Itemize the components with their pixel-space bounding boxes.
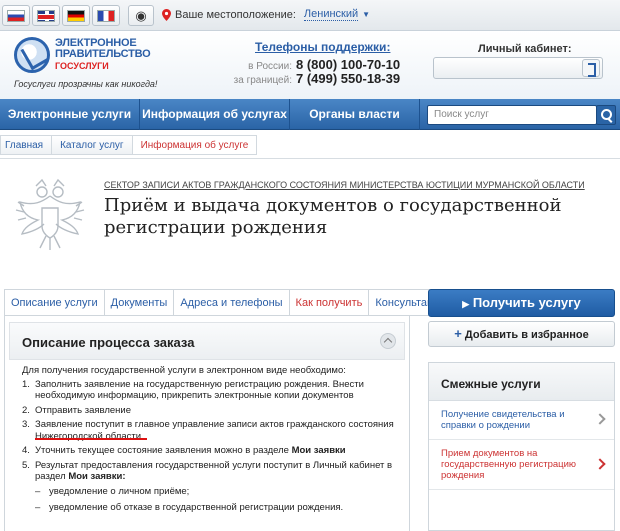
related-title: Смежные услуги (429, 363, 614, 401)
divider (0, 158, 620, 159)
panel-header[interactable]: Описание процесса заказа (9, 322, 405, 360)
breadcrumb-current: Информация об услуге (132, 135, 258, 155)
logo-subtext[interactable]: ГОСУСЛУГИ (55, 61, 109, 71)
coat-of-arms-icon (15, 178, 85, 250)
breadcrumb: Главная Каталог услуг Информация об услу… (0, 135, 258, 155)
chevron-right-icon (594, 413, 606, 425)
slogan: Госуслуги прозрачны как никогда! (14, 79, 158, 89)
list-item: – уведомление о личном приёме; (35, 485, 190, 497)
breadcrumb-home[interactable]: Главная (0, 135, 53, 155)
tab-addresses[interactable]: Адреса и телефоны (173, 289, 289, 316)
search-input[interactable]: Поиск услуг (427, 105, 597, 125)
personal-cabinet-title: Личный кабинет: (478, 43, 572, 55)
nav-service-info[interactable]: Информация об услугах (140, 99, 290, 130)
tab-description[interactable]: Описание услуги (4, 289, 104, 316)
location-selector: Ваше местоположение: Ленинский ▼ (162, 8, 370, 21)
panel-title: Описание процесса заказа (22, 335, 195, 350)
related-services: Смежные услуги Получение свидетельства и… (428, 362, 615, 531)
login-icon[interactable] (582, 59, 600, 77)
red-underline-annotation (35, 438, 147, 440)
eye-icon: ◉ (135, 8, 147, 23)
phone-abroad-label: за границей: (233, 75, 292, 86)
add-favorite-button[interactable]: + Добавить в избранное (428, 321, 615, 347)
related-item[interactable]: Получение свидетельства и справки о рожд… (429, 401, 614, 440)
service-tabs: Описание услуги Документы Адреса и телеф… (4, 289, 453, 316)
breadcrumb-catalog[interactable]: Каталог услуг (52, 135, 133, 155)
list-item: – уведомление об отказе в государственной… (35, 502, 344, 513)
language-ru-button[interactable] (2, 5, 30, 26)
page-title: Приём и выдача документов о государствен… (104, 195, 562, 238)
gosuslugi-logo-icon[interactable] (14, 37, 50, 73)
play-icon: ▶ (462, 299, 470, 309)
chevron-right-icon (594, 457, 606, 470)
list-item: 5. Результат предоставления государственн… (22, 459, 393, 483)
search-icon[interactable] (596, 105, 616, 125)
result-sub-list: – уведомление о личном приёме; – уведомлен… (35, 486, 402, 514)
location-city-dropdown[interactable]: Ленинский (303, 8, 359, 21)
my-requests-link[interactable]: Мои заявки (292, 445, 346, 456)
plus-icon: + (454, 326, 462, 341)
language-fr-button[interactable] (92, 5, 120, 26)
location-label: Ваше местоположение: (175, 8, 296, 21)
related-item[interactable]: Прием документов на государственную реги… (429, 440, 614, 490)
phone-russia: 8 (800) 100-70-10 (296, 57, 401, 72)
french-flag-icon (97, 9, 115, 22)
nav-electronic-services[interactable]: Электронные услуги (0, 99, 140, 130)
top-bar: ◉ Ваше местоположение: Ленинский ▼ (0, 0, 620, 31)
my-requests-link[interactable]: Мои заявки (68, 471, 122, 482)
location-pin-icon (162, 8, 171, 21)
logo-text[interactable]: ЭЛЕКТРОННОЕ ПРАВИТЕЛЬСТВО (55, 38, 151, 60)
chevron-down-icon[interactable]: ▼ (362, 10, 370, 19)
list-item: 4. Уточнить текущее состояние заявления м… (22, 445, 346, 456)
process-intro: Для получения государственной услуги в э… (22, 365, 346, 376)
tab-documents[interactable]: Документы (103, 289, 174, 316)
support-phones-title[interactable]: Телефоны поддержки: (255, 40, 390, 54)
language-de-button[interactable] (62, 5, 90, 26)
nav-authorities[interactable]: Органы власти (290, 99, 420, 130)
russian-flag-icon (7, 9, 25, 22)
list-item: 1. Заполнить заявление на государственную… (22, 378, 364, 402)
accessibility-button[interactable]: ◉ (128, 5, 154, 26)
collapse-icon[interactable] (380, 333, 396, 349)
phone-abroad: 7 (499) 550-18-39 (296, 71, 401, 86)
department-link[interactable]: СЕКТОР ЗАПИСИ АКТОВ ГРАЖДАНСКОГО СОСТОЯН… (104, 180, 585, 190)
german-flag-icon (67, 9, 85, 22)
list-item: 2. Отправить заявление (22, 404, 132, 416)
site-header: ЭЛЕКТРОННОЕ ПРАВИТЕЛЬСТВО ГОСУСЛУГИ Госу… (0, 31, 620, 99)
phone-russia-label: в России: (248, 61, 292, 72)
language-en-button[interactable] (32, 5, 60, 26)
tab-how-to-get[interactable]: Как получить (288, 289, 369, 316)
process-steps: 1. Заполнить заявление на государственную… (22, 379, 402, 483)
uk-flag-icon (37, 9, 55, 22)
personal-cabinet-field[interactable] (433, 57, 603, 79)
get-service-button[interactable]: ▶ Получить услугу (428, 289, 615, 317)
